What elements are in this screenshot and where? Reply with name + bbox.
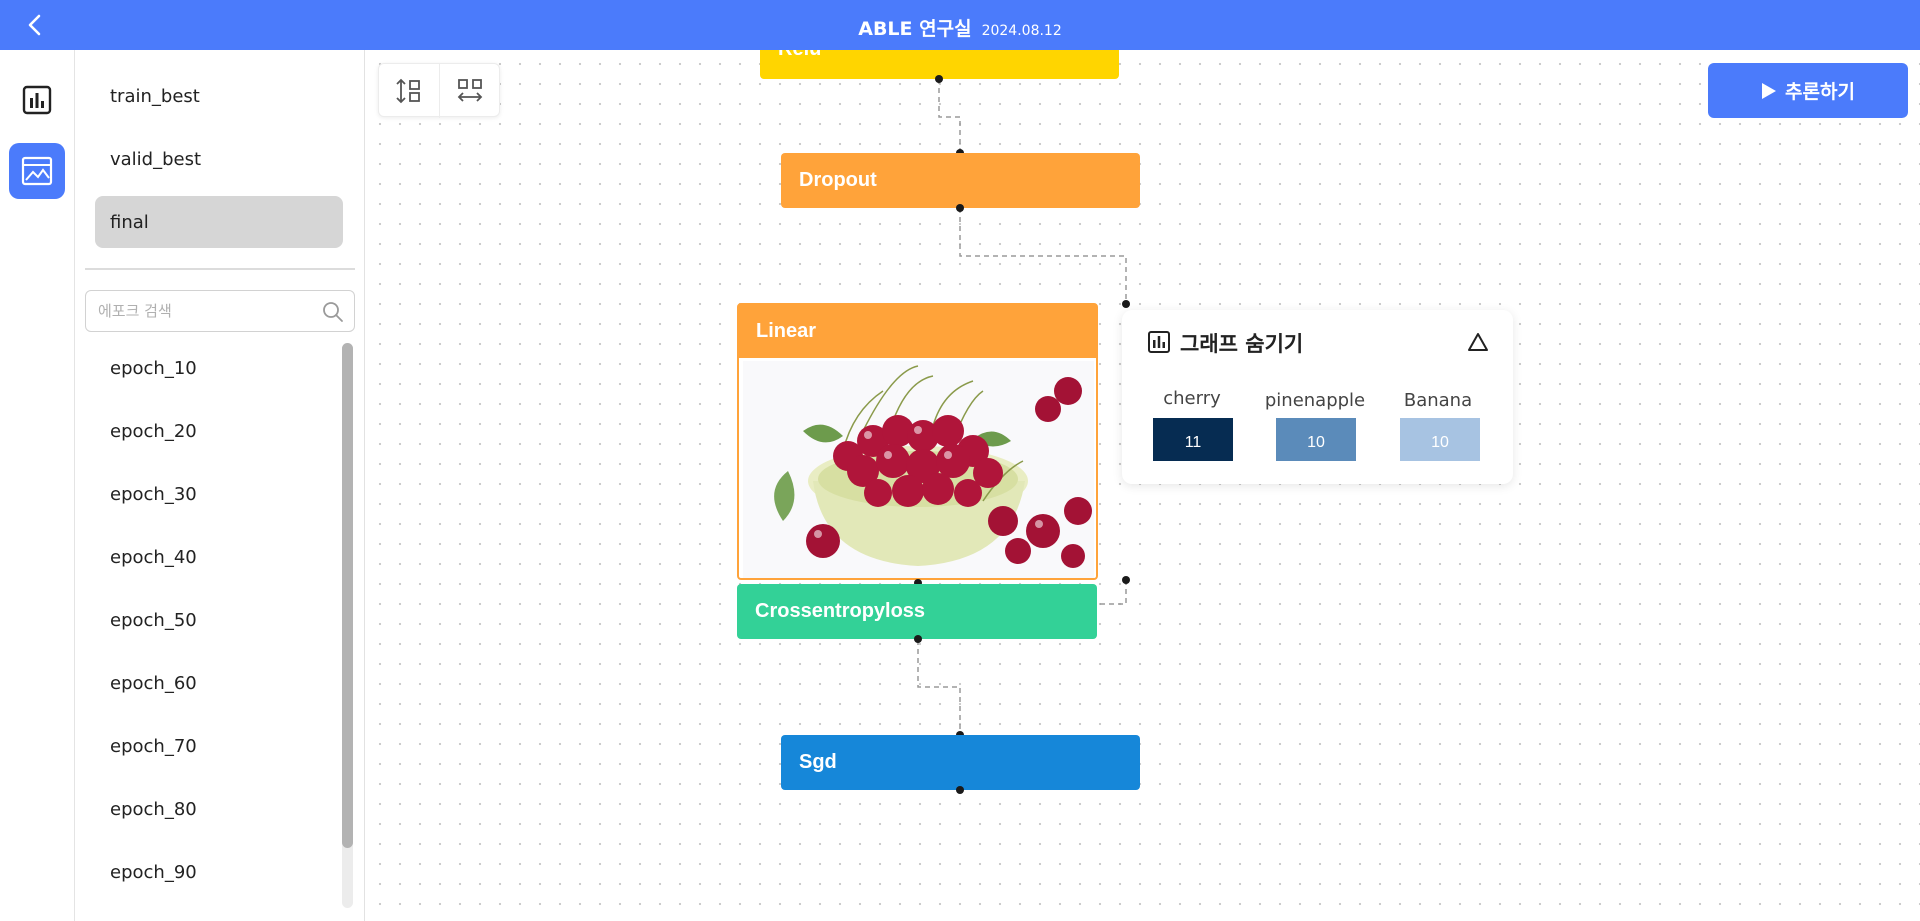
node-crossentropyloss-label: Crossentropyloss (755, 600, 926, 622)
epoch-item[interactable]: epoch_10 (110, 358, 197, 379)
hide-graph-title: 그래프 숨기기 (1180, 332, 1304, 356)
node-linear-header: Linear (739, 305, 1096, 358)
epoch-search-input[interactable] (98, 291, 313, 331)
node-sgd[interactable]: Sgd (781, 735, 1140, 790)
epoch-item[interactable]: epoch_20 (110, 421, 197, 442)
node-sgd-label: Sgd (799, 751, 837, 773)
app-header: ABLE 연구실 2024.08.12 (0, 0, 1920, 50)
result-bar-pineapple: 10 (1276, 418, 1356, 461)
model-item-train-best[interactable]: train_best (95, 70, 343, 122)
result-bar-cherry: 11 (1153, 418, 1233, 461)
lab-name: ABLE 연구실 (858, 18, 972, 40)
vertical-layout-icon (396, 78, 420, 104)
bar-chart-icon (1148, 331, 1170, 353)
epoch-item[interactable]: epoch_60 (110, 673, 197, 694)
node-dropout[interactable]: Dropout (781, 153, 1140, 208)
vertical-layout-button[interactable] (379, 64, 439, 118)
epoch-search-box (85, 290, 355, 332)
node-dropout-out-port[interactable] (956, 204, 964, 212)
node-crossentropyloss-out-port[interactable] (914, 635, 922, 643)
epoch-scrollbar-thumb[interactable] (342, 343, 353, 848)
result-label-banana: Banana (1403, 390, 1473, 411)
result-label-cherry: cherry (1163, 388, 1221, 409)
node-dropout-label: Dropout (799, 169, 877, 191)
epoch-item[interactable]: epoch_50 (110, 610, 197, 631)
result-graph-panel: 그래프 숨기기 cherry 11 pinenapple 10 Banana 1… (1122, 310, 1513, 484)
rail-chart-button[interactable] (9, 72, 65, 128)
node-sgd-out-port[interactable] (956, 786, 964, 794)
header-date: 2024.08.12 (981, 23, 1062, 39)
graph-canvas[interactable] (366, 50, 1920, 921)
layout-toolbar (378, 63, 500, 118)
bar-chart-icon (22, 85, 52, 115)
horizontal-layout-button[interactable] (440, 64, 500, 118)
epoch-item[interactable]: epoch_90 (110, 862, 197, 883)
image-gallery-icon (21, 156, 53, 186)
play-icon (1762, 82, 1777, 99)
node-linear-label: Linear (756, 320, 817, 342)
node-crossentropyloss[interactable]: Crossentropyloss (737, 584, 1097, 639)
result-label-pineapple: pinenapple (1264, 390, 1366, 411)
result-bar-banana: 10 (1400, 418, 1480, 461)
epoch-item[interactable]: epoch_40 (110, 547, 197, 568)
collapse-triangle-icon[interactable] (1466, 330, 1490, 354)
horizontal-layout-icon (457, 79, 483, 102)
model-item-valid-best[interactable]: valid_best (95, 133, 343, 185)
node-relu-out-port[interactable] (935, 75, 943, 83)
panel-in-port[interactable] (1122, 300, 1130, 308)
cherries-image (743, 361, 1094, 578)
sidebar: train_best valid_best final epoch_10 epo… (75, 50, 365, 921)
inference-button[interactable]: 추론하기 (1708, 63, 1908, 118)
icon-rail (0, 50, 75, 921)
page-title: ABLE 연구실 2024.08.12 (0, 14, 1920, 41)
epoch-item[interactable]: epoch_70 (110, 736, 197, 757)
rail-image-button[interactable] (9, 143, 65, 199)
node-linear[interactable]: Linear (737, 303, 1098, 580)
sidebar-divider (85, 268, 355, 270)
node-relu-label: Relu (778, 50, 821, 61)
panel-out-port[interactable] (1122, 576, 1130, 584)
search-icon[interactable] (322, 301, 344, 323)
model-item-final[interactable]: final (95, 196, 343, 248)
epoch-item[interactable]: epoch_30 (110, 484, 197, 505)
inference-button-label: 추론하기 (1785, 81, 1855, 103)
epoch-item[interactable]: epoch_80 (110, 799, 197, 820)
